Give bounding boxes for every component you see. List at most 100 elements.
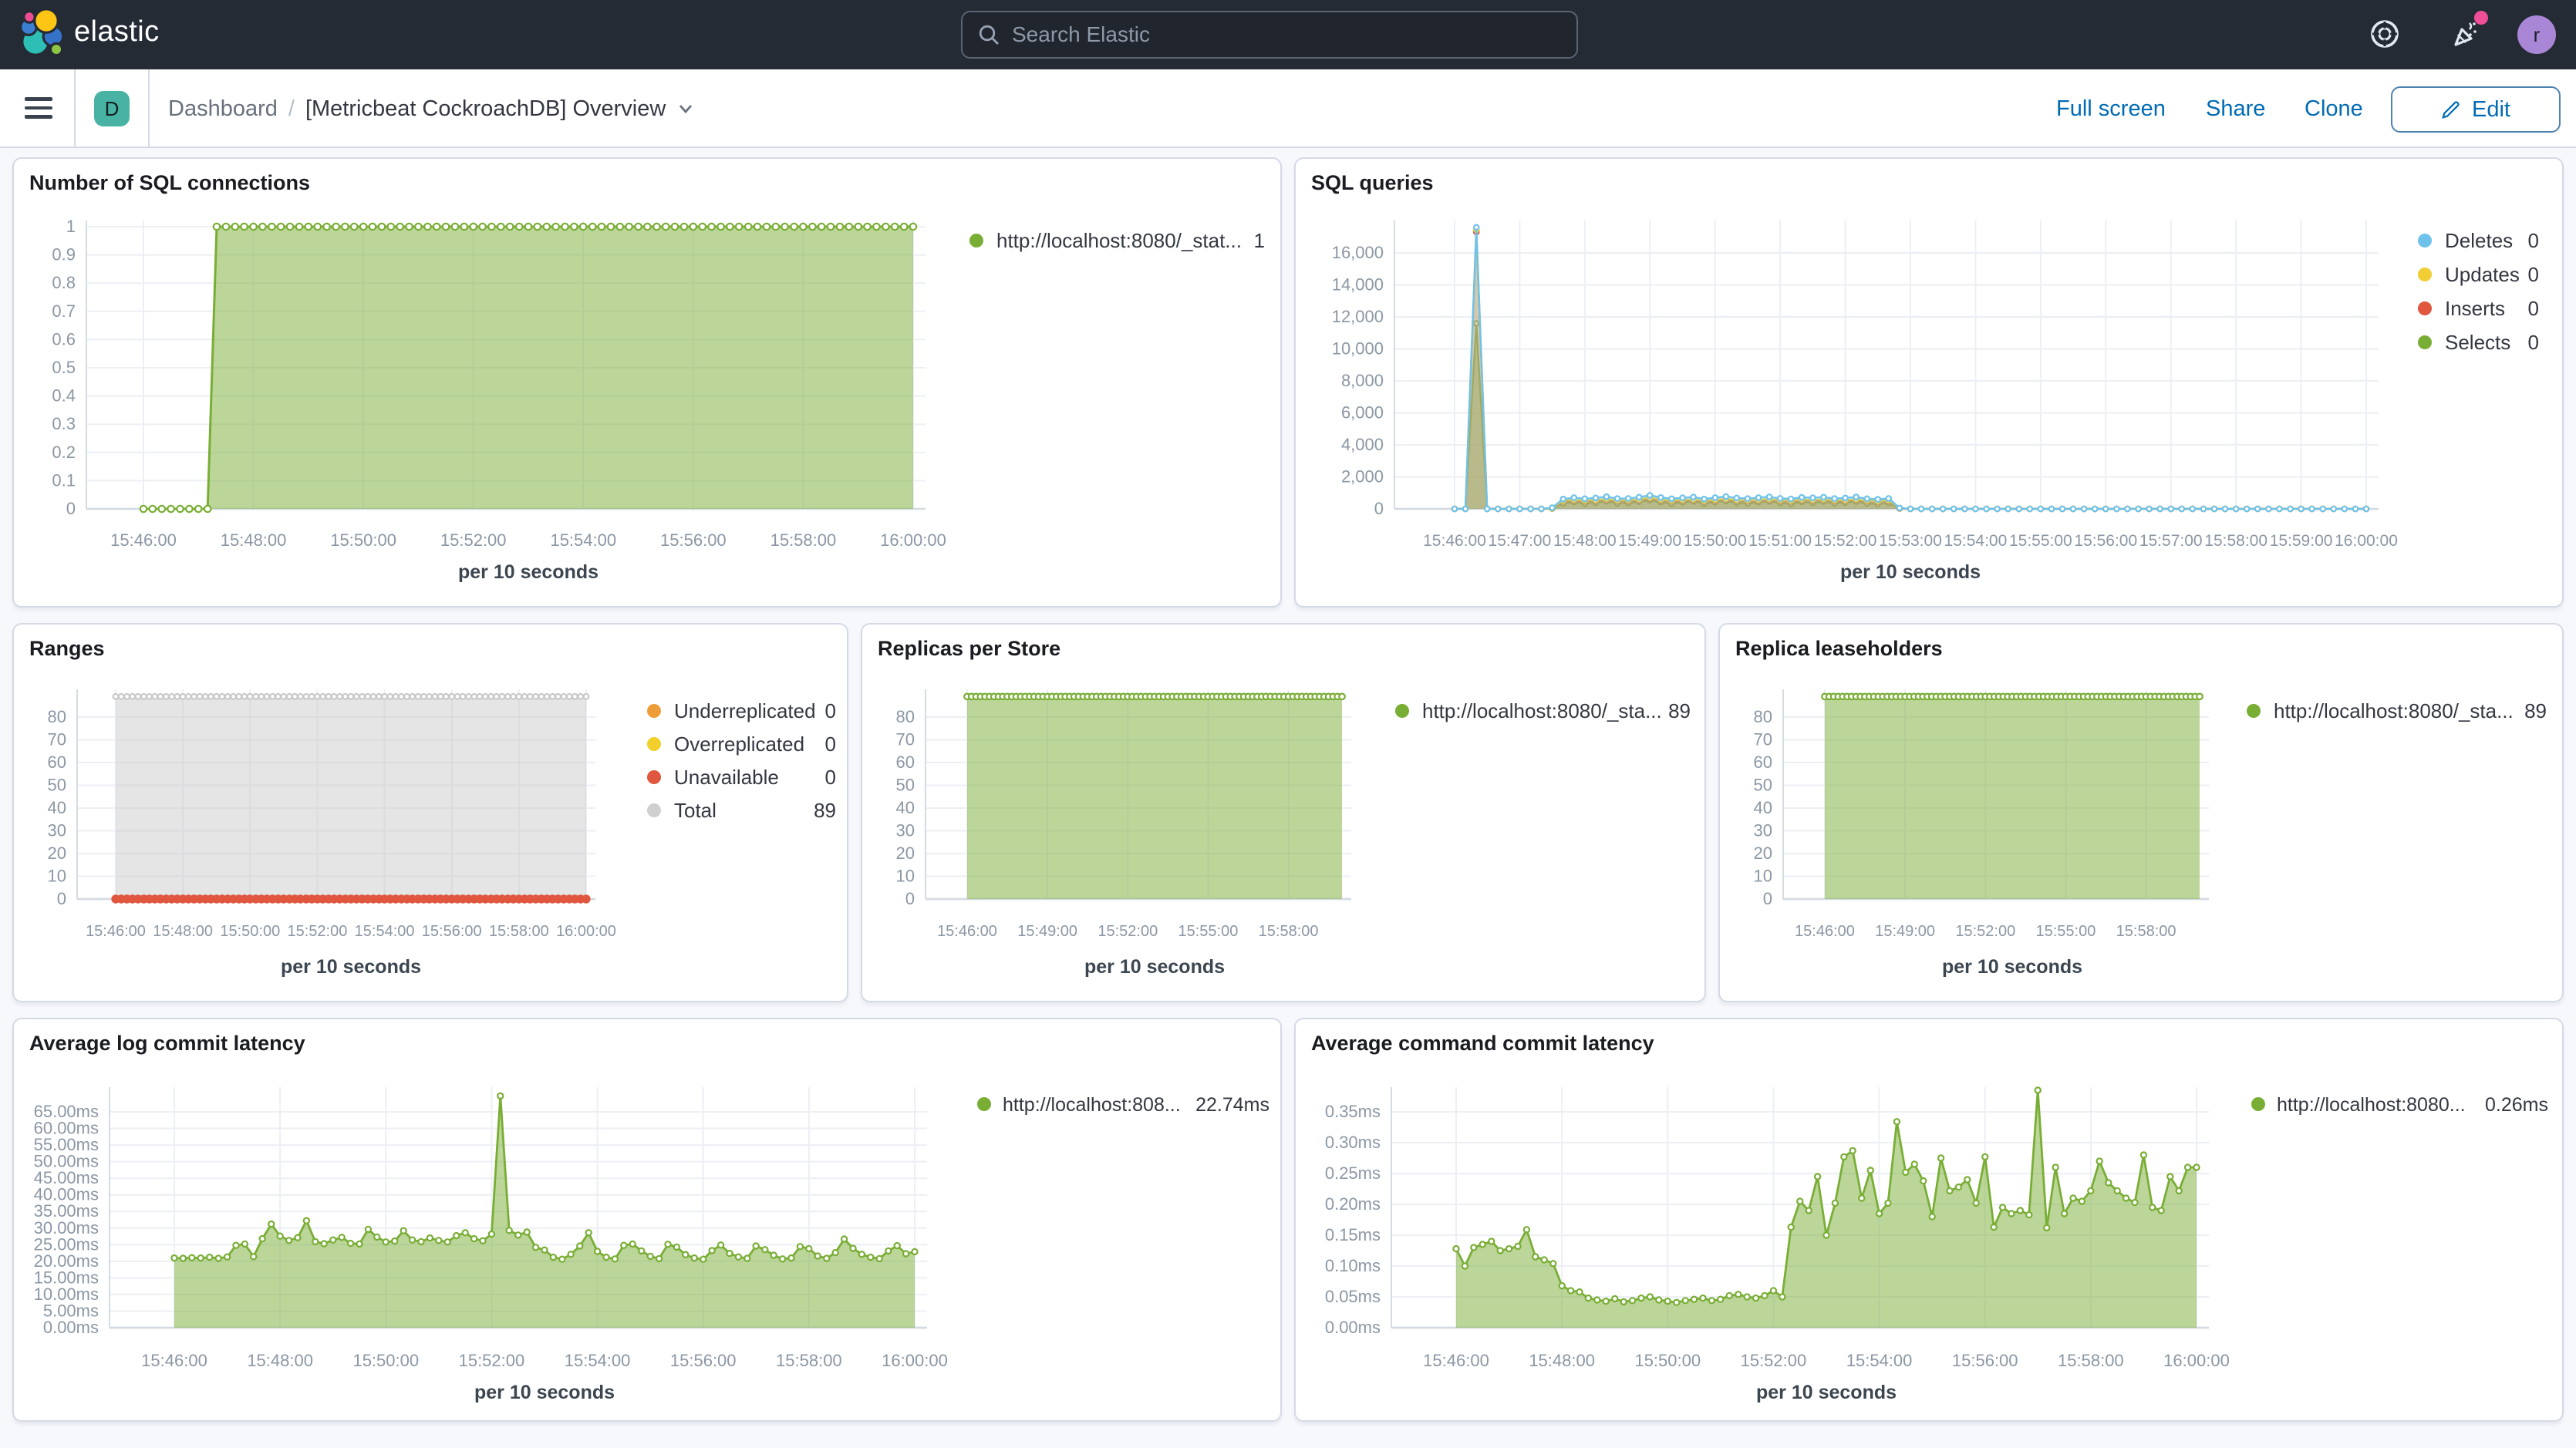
svg-text:60: 60 bbox=[896, 753, 915, 772]
chart-replica-leaseholders[interactable]: 8070605040302010015:46:0015:49:0015:52:0… bbox=[1720, 625, 2562, 1001]
chart-ranges[interactable]: 8070605040302010015:46:0015:48:0015:50:0… bbox=[14, 625, 847, 1001]
search-placeholder: Search Elastic bbox=[1012, 22, 1150, 47]
legend-item[interactable]: Unavailable0 bbox=[647, 766, 836, 789]
svg-text:8,000: 8,000 bbox=[1341, 371, 1384, 390]
legend-item[interactable]: Overreplicated0 bbox=[647, 732, 836, 756]
svg-text:15:55:00: 15:55:00 bbox=[2035, 923, 2096, 940]
svg-text:15:50:00: 15:50:00 bbox=[352, 1351, 419, 1370]
chart-canvas: 8070605040302010015:46:0015:49:0015:52:0… bbox=[1720, 625, 2562, 1001]
svg-text:10: 10 bbox=[48, 867, 66, 886]
brand-text[interactable]: elastic bbox=[74, 15, 160, 49]
chart-canvas: 16,00014,00012,00010,0008,0006,0004,0002… bbox=[1296, 159, 2562, 606]
panel-average-log-commit-latency: Average log commit latency 65.00ms60.00m… bbox=[12, 1018, 1282, 1422]
svg-text:0.2: 0.2 bbox=[52, 443, 76, 462]
svg-text:15:57:00: 15:57:00 bbox=[2139, 532, 2203, 550]
svg-text:15:56:00: 15:56:00 bbox=[422, 923, 482, 940]
svg-text:0.4: 0.4 bbox=[52, 386, 76, 406]
svg-text:60: 60 bbox=[1754, 753, 1772, 772]
svg-text:2,000: 2,000 bbox=[1341, 467, 1384, 487]
svg-text:Total: Total bbox=[674, 799, 716, 822]
svg-text:40: 40 bbox=[896, 798, 915, 817]
svg-text:15:54:00: 15:54:00 bbox=[355, 923, 415, 940]
svg-text:http://localhost:8080/_sta...: http://localhost:8080/_sta... bbox=[2274, 699, 2514, 722]
legend-item[interactable]: Total89 bbox=[647, 799, 836, 822]
svg-text:0.00ms: 0.00ms bbox=[43, 1318, 99, 1337]
kibana-dashboard: elastic Search Elastic r bbox=[0, 0, 2576, 1448]
svg-text:15:55:00: 15:55:00 bbox=[2009, 532, 2072, 550]
svg-text:15:56:00: 15:56:00 bbox=[2074, 532, 2137, 550]
notification-dot bbox=[2474, 11, 2488, 25]
global-header: elastic Search Elastic r bbox=[0, 0, 2576, 69]
panel-ranges: Ranges 8070605040302010015:46:0015:48:00… bbox=[12, 623, 848, 1002]
menu-icon[interactable] bbox=[25, 97, 52, 119]
svg-text:15:50:00: 15:50:00 bbox=[330, 530, 396, 550]
breadcrumb-dashboard[interactable]: Dashboard bbox=[168, 96, 278, 122]
svg-text:15:46:00: 15:46:00 bbox=[141, 1351, 207, 1370]
svg-text:15:58:00: 15:58:00 bbox=[2058, 1351, 2124, 1370]
svg-text:16:00:00: 16:00:00 bbox=[2335, 532, 2398, 550]
legend-item[interactable]: Deletes0 bbox=[2418, 229, 2539, 252]
svg-text:15:52:00: 15:52:00 bbox=[287, 923, 347, 940]
svg-text:15:55:00: 15:55:00 bbox=[1178, 923, 1238, 940]
svg-text:20: 20 bbox=[896, 844, 915, 863]
svg-text:10,000: 10,000 bbox=[1332, 339, 1384, 359]
svg-text:40: 40 bbox=[48, 798, 66, 817]
svg-text:89: 89 bbox=[1668, 699, 1691, 722]
svg-text:15:58:00: 15:58:00 bbox=[2116, 923, 2176, 940]
search-input[interactable]: Search Elastic bbox=[961, 11, 1578, 59]
legend-item[interactable]: Underreplicated0 bbox=[647, 699, 836, 722]
chart-average-log-commit-latency[interactable]: 65.00ms60.00ms55.00ms50.00ms45.00ms40.00… bbox=[14, 1019, 1280, 1420]
svg-text:22.74ms: 22.74ms bbox=[1195, 1094, 1269, 1116]
legend-item[interactable]: http://localhost:808...22.74ms bbox=[977, 1094, 1269, 1116]
chart-number-of-sql-connections[interactable]: 10.90.80.70.60.50.40.30.20.1015:46:0015:… bbox=[14, 159, 1280, 606]
breadcrumb: Dashboard / [Metricbeat CockroachDB] Ove… bbox=[168, 69, 695, 148]
svg-text:70: 70 bbox=[48, 730, 66, 749]
svg-text:Overreplicated: Overreplicated bbox=[674, 732, 804, 756]
legend-item[interactable]: http://localhost:8080/_sta...89 bbox=[1395, 699, 1691, 722]
share-button[interactable]: Share bbox=[2206, 69, 2265, 148]
svg-text:0.00ms: 0.00ms bbox=[1325, 1318, 1381, 1337]
chart-sql-queries[interactable]: 16,00014,00012,00010,0008,0006,0004,0002… bbox=[1296, 159, 2562, 606]
svg-text:15:58:00: 15:58:00 bbox=[489, 923, 549, 940]
svg-text:0.15ms: 0.15ms bbox=[1325, 1225, 1381, 1244]
search-icon bbox=[978, 24, 1000, 45]
legend-item[interactable]: http://localhost:8080...0.26ms bbox=[2251, 1094, 2548, 1116]
svg-text:1: 1 bbox=[1254, 229, 1265, 252]
chevron-down-icon[interactable] bbox=[676, 99, 695, 118]
chart-canvas: 8070605040302010015:46:0015:49:0015:52:0… bbox=[862, 625, 1704, 1001]
edit-button[interactable]: Edit bbox=[2391, 86, 2561, 133]
clone-button[interactable]: Clone bbox=[2305, 69, 2363, 148]
avatar[interactable]: r bbox=[2517, 15, 2556, 54]
svg-text:80: 80 bbox=[48, 707, 66, 726]
legend-item[interactable]: Inserts0 bbox=[2418, 297, 2539, 320]
legend-item[interactable]: http://localhost:8080/_sta...89 bbox=[2247, 699, 2547, 722]
elastic-logo[interactable] bbox=[15, 6, 74, 65]
svg-text:14,000: 14,000 bbox=[1332, 275, 1384, 295]
full-screen-button[interactable]: Full screen bbox=[2056, 69, 2166, 148]
svg-text:15:48:00: 15:48:00 bbox=[247, 1351, 313, 1370]
svg-text:50: 50 bbox=[896, 776, 915, 795]
panel-replicas-per-store: Replicas per Store 8070605040302010015:4… bbox=[861, 623, 1706, 1002]
svg-text:0: 0 bbox=[1763, 889, 1772, 908]
svg-text:per 10 seconds: per 10 seconds bbox=[1942, 956, 2082, 978]
legend-item[interactable]: Selects0 bbox=[2418, 331, 2539, 354]
svg-text:4,000: 4,000 bbox=[1341, 435, 1384, 454]
svg-text:30: 30 bbox=[896, 821, 915, 840]
svg-text:15:48:00: 15:48:00 bbox=[153, 923, 213, 940]
svg-text:0.1: 0.1 bbox=[52, 470, 76, 490]
svg-text:0.35ms: 0.35ms bbox=[1325, 1102, 1381, 1121]
chart-replicas-per-store[interactable]: 8070605040302010015:46:0015:49:0015:52:0… bbox=[862, 625, 1704, 1001]
space-badge[interactable]: D bbox=[94, 91, 130, 126]
legend-item[interactable]: Updates0 bbox=[2418, 263, 2539, 286]
legend-item[interactable]: http://localhost:8080/_stat...1 bbox=[969, 229, 1265, 252]
svg-text:15:54:00: 15:54:00 bbox=[550, 530, 616, 550]
svg-text:0.8: 0.8 bbox=[52, 273, 76, 292]
svg-text:per 10 seconds: per 10 seconds bbox=[1840, 561, 1981, 583]
svg-text:per 10 seconds: per 10 seconds bbox=[458, 561, 598, 583]
help-icon[interactable] bbox=[2368, 17, 2402, 51]
svg-text:15:56:00: 15:56:00 bbox=[1952, 1351, 2018, 1370]
chart-average-command-commit-latency[interactable]: 0.35ms0.30ms0.25ms0.20ms0.15ms0.10ms0.05… bbox=[1296, 1019, 2562, 1420]
svg-text:15:50:00: 15:50:00 bbox=[220, 923, 280, 940]
svg-text:0: 0 bbox=[2528, 229, 2539, 252]
svg-text:1: 1 bbox=[66, 217, 76, 236]
